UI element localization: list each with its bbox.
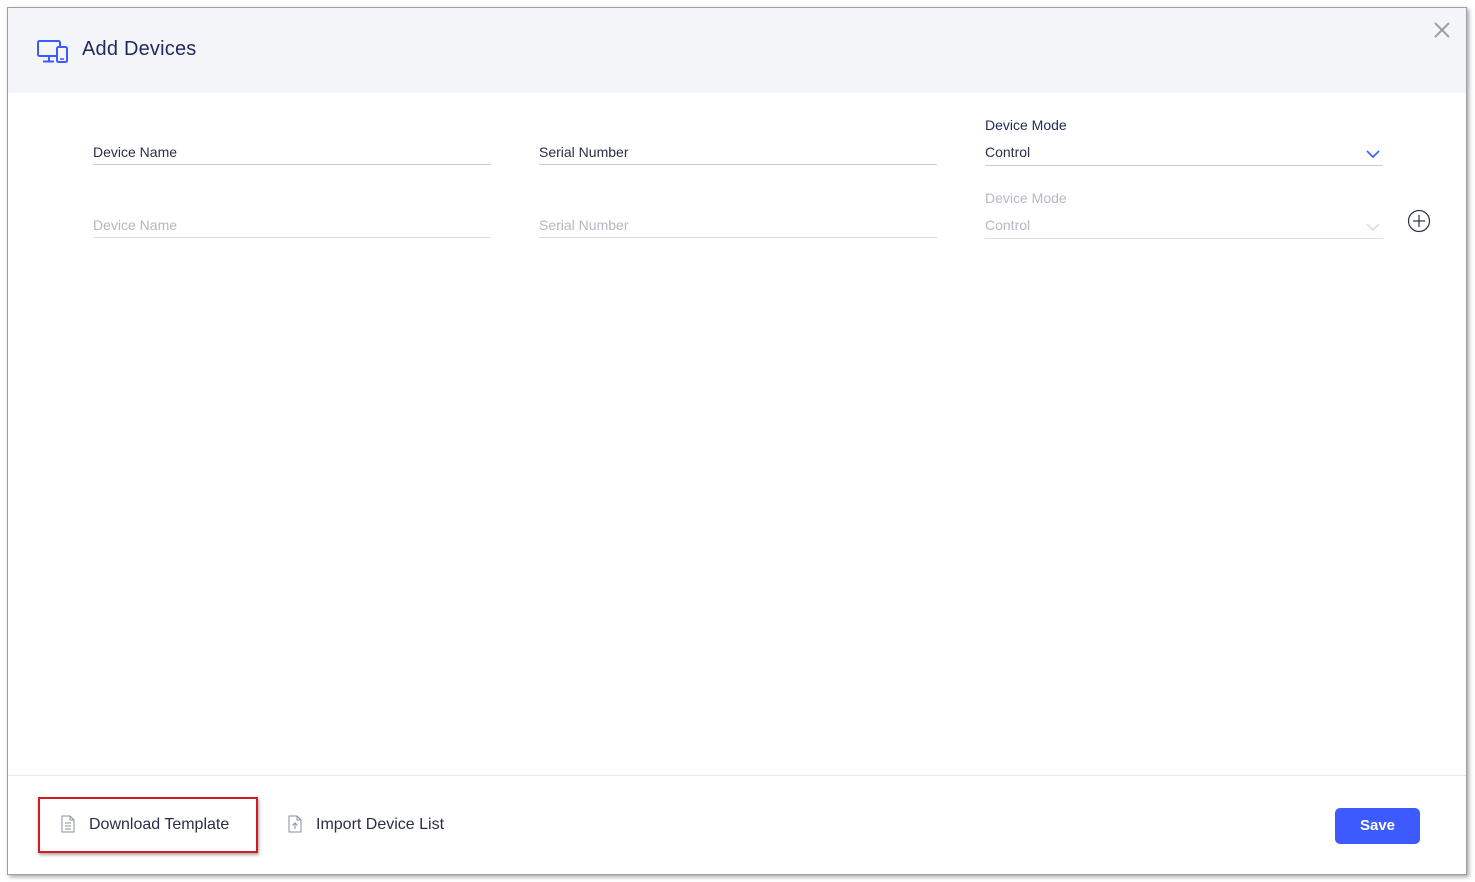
- devices-icon: [37, 40, 68, 63]
- device-name-placeholder: Device Name: [93, 217, 178, 233]
- device-name-field-new[interactable]: Device Name: [93, 211, 491, 241]
- device-name-field[interactable]: Device Name: [93, 138, 491, 168]
- add-devices-dialog: Add Devices Device Name Serial Number De…: [7, 7, 1467, 875]
- save-button[interactable]: Save: [1335, 808, 1420, 844]
- device-mode-label: Device Mode: [985, 190, 1067, 206]
- device-mode-select-new[interactable]: Device Mode Control: [985, 189, 1383, 241]
- dialog-header: Add Devices: [8, 8, 1466, 93]
- serial-number-placeholder: Serial Number: [539, 217, 629, 233]
- device-mode-placeholder: Control: [985, 217, 1031, 233]
- close-icon[interactable]: [1432, 20, 1452, 40]
- device-mode-underline: [985, 165, 1383, 166]
- device-name-value: Device Name: [93, 144, 178, 160]
- footer-divider: [8, 775, 1466, 776]
- chevron-down-icon[interactable]: [1365, 149, 1381, 159]
- serial-number-field-new[interactable]: Serial Number: [539, 211, 937, 241]
- serial-number-value: Serial Number: [539, 144, 629, 160]
- device-mode-label: Device Mode: [985, 117, 1067, 133]
- device-mode-select[interactable]: Device Mode Control: [985, 116, 1383, 168]
- chevron-down-icon[interactable]: [1365, 222, 1381, 232]
- device-mode-underline: [985, 238, 1383, 239]
- device-mode-value: Control: [985, 144, 1031, 160]
- plus-circle-icon[interactable]: [1407, 209, 1431, 233]
- serial-number-underline: [539, 237, 937, 238]
- device-name-underline: [93, 164, 491, 165]
- import-device-list-label: Import Device List: [316, 816, 445, 833]
- dialog-title: Add Devices: [82, 38, 197, 60]
- serial-number-underline: [539, 164, 937, 165]
- device-name-underline: [93, 237, 491, 238]
- upload-file-icon: [288, 815, 302, 833]
- highlight-box: [38, 797, 258, 853]
- import-device-list-link[interactable]: Import Device List: [288, 815, 478, 836]
- serial-number-field[interactable]: Serial Number: [539, 138, 937, 168]
